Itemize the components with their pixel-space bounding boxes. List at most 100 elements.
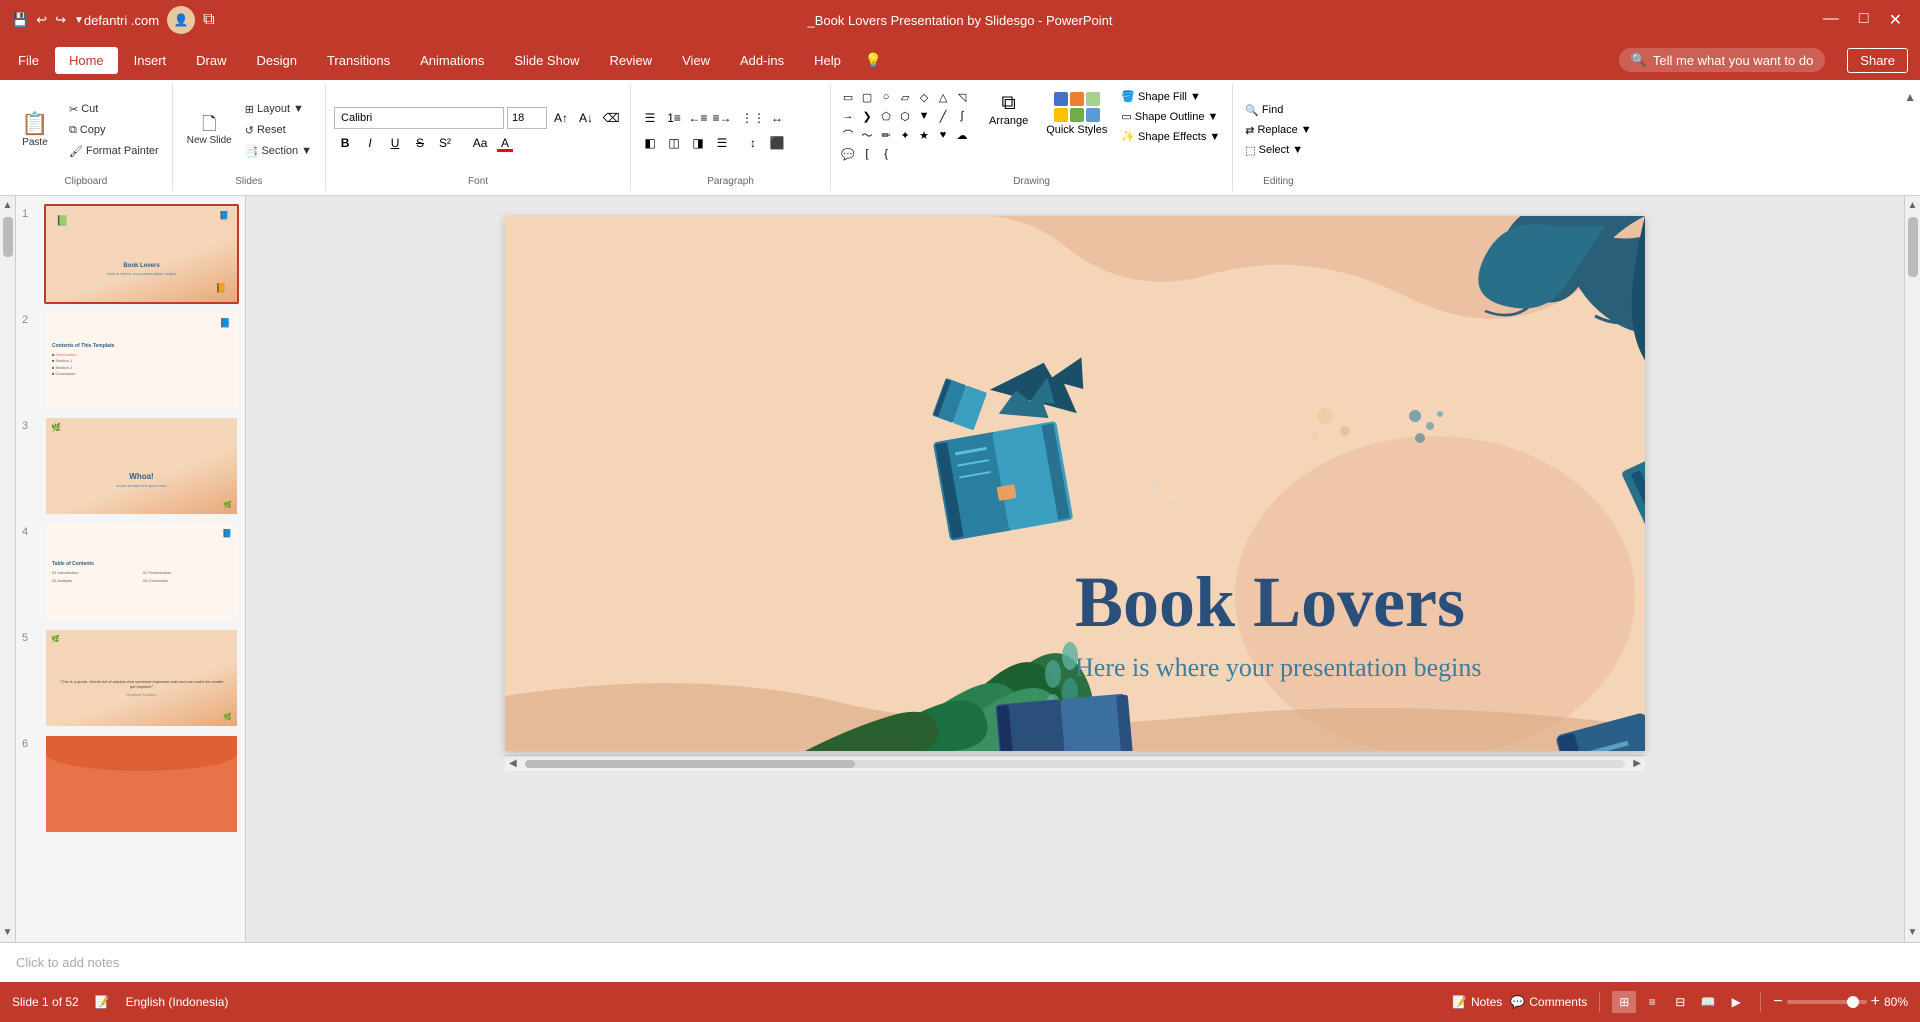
share-button[interactable]: Share [1847,48,1908,73]
slideshow-button[interactable]: ▶ [1724,991,1748,1013]
clear-format-button[interactable]: ⌫ [600,107,622,129]
shape-effects-button[interactable]: ✨ Shape Effects ▼ [1117,128,1224,145]
star4-shape[interactable]: ✦ [896,126,914,144]
text-direction-button[interactable]: ↔ [766,107,788,129]
section-button[interactable]: 📑 Section ▼ [240,143,317,160]
parallelogram-shape[interactable]: ▱ [896,88,914,106]
align-right-button[interactable]: ◨ [687,132,709,154]
shape-fill-chevron[interactable]: ▼ [1190,91,1201,103]
pentagon-shape[interactable]: ⬠ [877,107,895,125]
menu-design[interactable]: Design [243,47,311,74]
scroll-up-button[interactable]: ▲ [0,196,16,215]
columns-button[interactable]: ⋮⋮ [742,107,764,129]
increase-font-button[interactable]: A↑ [550,107,572,129]
bezier-shape[interactable]: 〜 [858,126,876,144]
scroll-left-button[interactable]: ◀ [505,758,521,769]
freeform-shape[interactable]: ✏ [877,126,895,144]
numbering-button[interactable]: 1≡ [663,107,685,129]
bracket-shape[interactable]: [ [858,145,876,163]
decrease-font-button[interactable]: A↓ [575,107,597,129]
zoom-slider-track[interactable] [1787,1000,1867,1004]
select-chevron[interactable]: ▼ [1292,144,1303,156]
notes-bar[interactable]: Click to add notes [0,942,1920,982]
zoom-slider-thumb[interactable] [1847,996,1859,1008]
shape-effects-chevron[interactable]: ▼ [1209,131,1220,143]
brace-shape[interactable]: { [877,145,895,163]
decrease-indent-button[interactable]: ←≡ [687,107,709,129]
quick-styles-button[interactable]: Quick Styles [1038,88,1115,140]
cut-button[interactable]: ✂ Cut [64,101,164,118]
right-triangle-shape[interactable]: ◹ [953,88,971,106]
oval-shape[interactable]: ○ [877,88,895,106]
cloud-shape[interactable]: ☁ [953,126,971,144]
font-color-button[interactable]: A [494,132,516,154]
rounded-rect-shape[interactable]: ▢ [858,88,876,106]
zoom-level[interactable]: 80% [1884,995,1908,1009]
slide-thumbnail-3[interactable]: Whoa! some sample text goes here 🌿 🌿 [44,416,239,516]
close-button[interactable]: ✕ [1883,10,1908,30]
slide-thumbnail-5[interactable]: "This is a quote. Words full of wisdom t… [44,628,239,728]
chevron-shape[interactable]: ❯ [858,107,876,125]
maximize-button[interactable]: □ [1853,10,1875,30]
copy-button[interactable]: ⧉ Copy [64,122,164,139]
line-shape[interactable]: ╱ [934,107,952,125]
italic-button[interactable]: I [359,132,381,154]
replace-button[interactable]: ⇄ Replace ▼ [1241,122,1315,139]
paste-button[interactable]: 📋 Paste [8,109,62,152]
convert-to-smartart-button[interactable]: ⬛ [766,132,788,154]
menu-review[interactable]: Review [595,47,666,74]
menu-help[interactable]: Help [800,47,855,74]
menu-draw[interactable]: Draw [182,47,240,74]
redo-icon[interactable]: ↪ [55,12,66,28]
scroll-thumb-h[interactable] [525,760,855,768]
normal-view-button[interactable]: ⊞ [1612,991,1636,1013]
slide-sorter-button[interactable]: ⊟ [1668,991,1692,1013]
bold-button[interactable]: B [334,132,356,154]
scroll-thumb-right[interactable] [1908,217,1918,277]
more-shapes[interactable]: ▼ [915,107,933,125]
slide-canvas[interactable]: Book Lovers Here is where your presentat… [505,216,1645,751]
reset-button[interactable]: ↺ Reset [240,122,317,139]
notes-placeholder[interactable]: Click to add notes [16,955,119,970]
customize-qat-icon[interactable]: ▼ [74,15,84,26]
slide-thumbnail-2[interactable]: Contents of This Template ■ Introduction… [44,310,239,410]
scroll-bottom-button[interactable]: ▼ [1904,923,1920,942]
minimize-button[interactable]: — [1817,10,1845,30]
slide-thumbnail-1[interactable]: Book Lovers Here is where your presentat… [44,204,239,304]
arc-shape[interactable]: ⌒ [839,126,857,144]
slide-thumbnail-4[interactable]: Table of Contents 01 Introduction 02 Pre… [44,522,239,622]
avatar[interactable]: 👤 [167,6,195,34]
justify-button[interactable]: ☰ [711,132,733,154]
replace-chevron[interactable]: ▼ [1301,124,1312,136]
scroll-down-button[interactable]: ▼ [0,923,16,942]
star5-shape[interactable]: ★ [915,126,933,144]
triangle-shape[interactable]: △ [934,88,952,106]
reading-view-button[interactable]: 📖 [1696,991,1720,1013]
slide-thumbnail-6[interactable] [44,734,239,834]
menu-transitions[interactable]: Transitions [313,47,404,74]
shape-outline-chevron[interactable]: ▼ [1207,111,1218,123]
outline-view-button[interactable]: ≡ [1640,991,1664,1013]
menu-slideshow[interactable]: Slide Show [500,47,593,74]
rectangle-shape[interactable]: ▭ [839,88,857,106]
menu-addins[interactable]: Add-ins [726,47,798,74]
shape-fill-button[interactable]: 🪣 Shape Fill ▼ [1117,88,1224,105]
font-name-input[interactable] [334,107,504,129]
scroll-thumb-v[interactable] [3,217,13,257]
notes-button[interactable]: 📝 Notes [1452,995,1502,1009]
new-slide-button[interactable]: 🗋 New Slide [181,111,238,150]
increase-indent-button[interactable]: ≡→ [711,107,733,129]
font-size-input[interactable] [507,107,547,129]
right-scrollbar[interactable]: ▲ ▼ [1904,196,1920,942]
menu-insert[interactable]: Insert [120,47,181,74]
align-left-button[interactable]: ◧ [639,132,661,154]
save-icon[interactable]: 💾 [12,12,28,28]
zoom-out-button[interactable]: − [1773,993,1782,1011]
curve-shape[interactable]: ∫ [953,107,971,125]
collapse-ribbon-button[interactable]: ▲ [1900,84,1920,191]
tell-me-search[interactable]: 🔍 Tell me what you want to do [1619,48,1826,72]
hexagon-shape[interactable]: ⬡ [896,107,914,125]
undo-icon[interactable]: ↩ [36,12,47,28]
scroll-top-button[interactable]: ▲ [1904,196,1920,215]
restore-icon[interactable]: ⧉ [203,11,214,29]
